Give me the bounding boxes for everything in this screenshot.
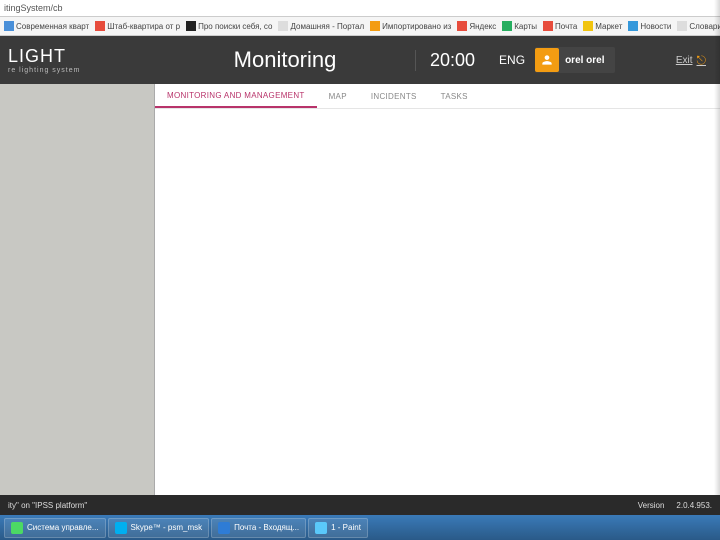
bookmark-icon: [370, 21, 380, 31]
bookmark-item[interactable]: Про поиски себя, со: [186, 21, 272, 31]
bookmark-label: Домашняя - Портал: [290, 22, 364, 31]
bookmark-item[interactable]: Яндекс: [457, 21, 496, 31]
taskbar-item[interactable]: Почта - Входящ...: [211, 518, 306, 538]
content-area: [155, 109, 720, 495]
clock: 20:00: [415, 50, 489, 71]
tab-tasks[interactable]: TASKS: [429, 84, 480, 108]
bookmark-icon: [677, 21, 687, 31]
taskbar-app-icon: [115, 522, 127, 534]
username: orel orel: [565, 55, 604, 66]
user-badge[interactable]: orel orel: [535, 47, 614, 73]
logo-sub: re lighting system: [8, 67, 155, 74]
bookmark-icon: [4, 21, 14, 31]
taskbar-label: Система управле...: [27, 523, 99, 532]
address-bar[interactable]: itingSystem/cb: [0, 0, 720, 17]
bookmark-item[interactable]: Карты: [502, 21, 537, 31]
exit-icon: ⎋: [697, 53, 707, 68]
footer-left: ity" on "IPSS platform": [8, 501, 87, 510]
taskbar-label: Skype™ - psm_msk: [131, 523, 203, 532]
app-header: LIGHT re lighting system Monitoring 20:0…: [0, 36, 720, 84]
taskbar-label: Почта - Входящ...: [234, 523, 299, 532]
bookmark-item[interactable]: Словари: [677, 21, 720, 31]
language-selector[interactable]: ENG: [489, 53, 535, 67]
bookmark-icon: [628, 21, 638, 31]
bookmark-label: Новости: [640, 22, 671, 31]
bookmark-label: Яндекс: [469, 22, 496, 31]
bookmark-icon: [583, 21, 593, 31]
logo-main: LIGHT: [8, 46, 155, 67]
bookmark-item[interactable]: Почта: [543, 21, 577, 31]
bookmarks-bar: Современная кварт Штаб-квартира от р Про п…: [0, 17, 720, 36]
bookmark-icon: [278, 21, 288, 31]
bookmark-icon: [186, 21, 196, 31]
avatar-icon: [535, 48, 559, 72]
version-value: 2.0.4.953.: [676, 501, 712, 510]
exit-link[interactable]: Exit ⎋: [662, 53, 720, 68]
taskbar-label: 1 - Paint: [331, 523, 361, 532]
url-text: itingSystem/cb: [4, 3, 63, 13]
taskbar-item[interactable]: Система управле...: [4, 518, 106, 538]
bookmark-label: Карты: [514, 22, 537, 31]
page-title: Monitoring: [155, 47, 415, 73]
bookmark-label: Маркет: [595, 22, 622, 31]
tab-incidents[interactable]: INCIDENTS: [359, 84, 429, 108]
bookmark-label: Про поиски себя, со: [198, 22, 272, 31]
sidebar: [0, 84, 155, 495]
logo: LIGHT re lighting system: [0, 46, 155, 74]
taskbar-app-icon: [315, 522, 327, 534]
exit-label: Exit: [676, 55, 693, 66]
bookmark-item[interactable]: Домашняя - Портал: [278, 21, 364, 31]
bookmark-item[interactable]: Штаб-квартира от р: [95, 21, 180, 31]
bookmark-label: Современная кварт: [16, 22, 89, 31]
bookmark-label: Почта: [555, 22, 577, 31]
bookmark-item[interactable]: Импортировано из: [370, 21, 451, 31]
taskbar-item[interactable]: 1 - Paint: [308, 518, 368, 538]
bookmark-icon: [502, 21, 512, 31]
tab-monitoring-and-management[interactable]: MONITORING AND MANAGEMENT: [155, 84, 317, 108]
taskbar: Система управле... Skype™ - psm_msk Почта …: [0, 515, 720, 540]
bookmark-label: Словари: [689, 22, 720, 31]
taskbar-item[interactable]: Skype™ - psm_msk: [108, 518, 210, 538]
version-label: Version: [638, 501, 665, 510]
bookmark-label: Штаб-квартира от р: [107, 22, 180, 31]
bookmark-item[interactable]: Современная кварт: [4, 21, 89, 31]
bookmark-icon: [95, 21, 105, 31]
bookmark-item[interactable]: Новости: [628, 21, 671, 31]
bookmark-item[interactable]: Маркет: [583, 21, 622, 31]
taskbar-app-icon: [11, 522, 23, 534]
taskbar-app-icon: [218, 522, 230, 534]
bookmark-label: Импортировано из: [382, 22, 451, 31]
tab-map[interactable]: MAP: [317, 84, 359, 108]
footer-bar: ity" on "IPSS platform" Version 2.0.4.95…: [0, 495, 720, 515]
bookmark-icon: [457, 21, 467, 31]
bookmark-icon: [543, 21, 553, 31]
